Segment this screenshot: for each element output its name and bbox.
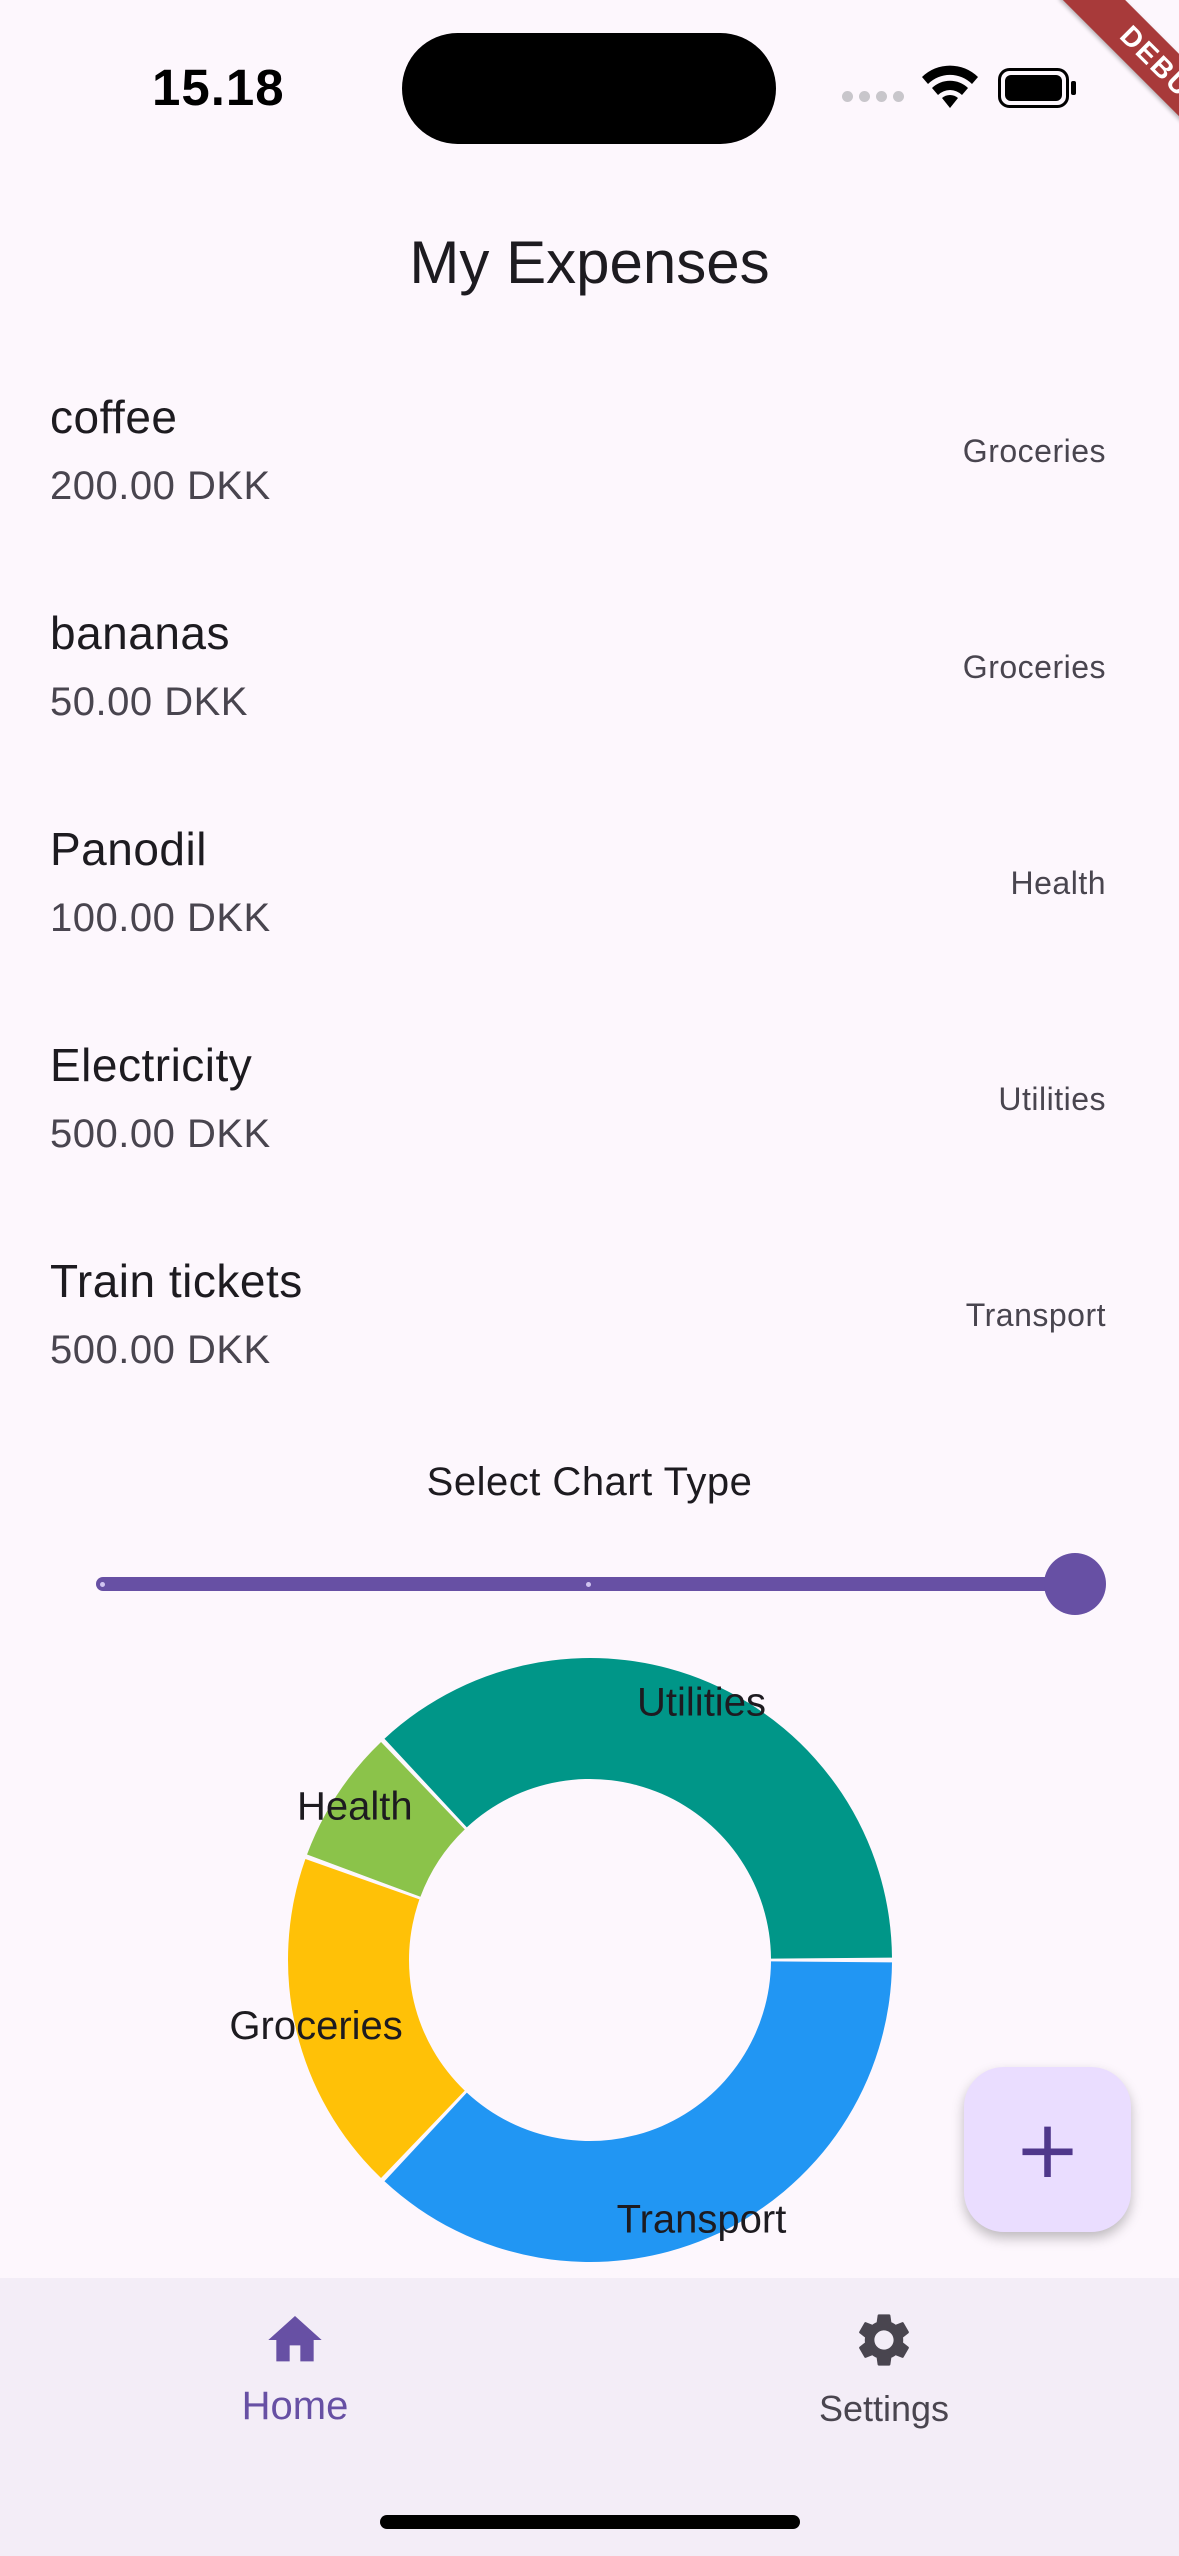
- battery-icon: [998, 68, 1076, 108]
- page-title: My Expenses: [409, 229, 770, 296]
- expense-list: coffee 200.00 DKK Groceries bananas 50.0…: [0, 350, 1179, 1430]
- slider-tick: [100, 1582, 105, 1587]
- cellular-signal-icon: [842, 91, 906, 105]
- app-bar: My Expenses: [0, 200, 1179, 330]
- nav-label-home: Home: [241, 2384, 349, 2428]
- slider-thumb[interactable]: [1044, 1553, 1106, 1615]
- home-icon: [268, 2316, 322, 2362]
- pie-label-utilities: Utilities: [637, 1681, 766, 1725]
- status-time: 15.18: [152, 59, 285, 116]
- expense-list-item[interactable]: Train tickets 500.00 DKK Transport: [0, 1214, 1179, 1430]
- expense-name: Electricity: [50, 1039, 253, 1091]
- slider-tick: [586, 1582, 591, 1587]
- nav-item-settings[interactable]: Settings: [734, 2308, 1034, 2448]
- chart-type-slider[interactable]: [96, 1550, 1107, 1618]
- expense-category: Health: [1010, 865, 1106, 901]
- home-indicator: [380, 2515, 800, 2529]
- wifi-icon: [922, 65, 978, 108]
- expense-name: coffee: [50, 391, 178, 443]
- expense-amount: 500.00 DKK: [50, 1328, 271, 1372]
- expense-amount: 50.00 DKK: [50, 680, 248, 724]
- expense-category: Groceries: [962, 433, 1106, 469]
- gear-icon: [859, 2314, 909, 2366]
- expense-name: Train tickets: [50, 1255, 303, 1307]
- expense-category: Transport: [965, 1297, 1106, 1333]
- pie-label-groceries: Groceries: [229, 2004, 402, 2048]
- add-expense-button[interactable]: +: [964, 2067, 1131, 2232]
- status-bar: 15.18: [0, 0, 1179, 175]
- expense-amount: 100.00 DKK: [50, 896, 271, 940]
- expense-list-item[interactable]: coffee 200.00 DKK Groceries: [0, 350, 1179, 566]
- expense-list-item[interactable]: Electricity 500.00 DKK Utilities: [0, 998, 1179, 1214]
- expense-category: Groceries: [962, 649, 1106, 685]
- dynamic-island: [402, 33, 776, 144]
- expense-list-item[interactable]: Panodil 100.00 DKK Health: [0, 782, 1179, 998]
- nav-item-home[interactable]: Home: [145, 2308, 445, 2448]
- pie-label-health: Health: [297, 1784, 413, 1828]
- expense-amount: 500.00 DKK: [50, 1112, 271, 1156]
- expense-name: Panodil: [50, 823, 207, 875]
- expense-category: Utilities: [998, 1081, 1106, 1117]
- expense-name: bananas: [50, 607, 230, 659]
- expense-list-item[interactable]: bananas 50.00 DKK Groceries: [0, 566, 1179, 782]
- add-icon: +: [1013, 2102, 1082, 2196]
- expense-amount: 200.00 DKK: [50, 464, 271, 508]
- chart-type-label: Select Chart Type: [426, 1460, 753, 1504]
- nav-label-settings: Settings: [818, 2388, 950, 2429]
- pie-label-transport: Transport: [617, 2197, 787, 2241]
